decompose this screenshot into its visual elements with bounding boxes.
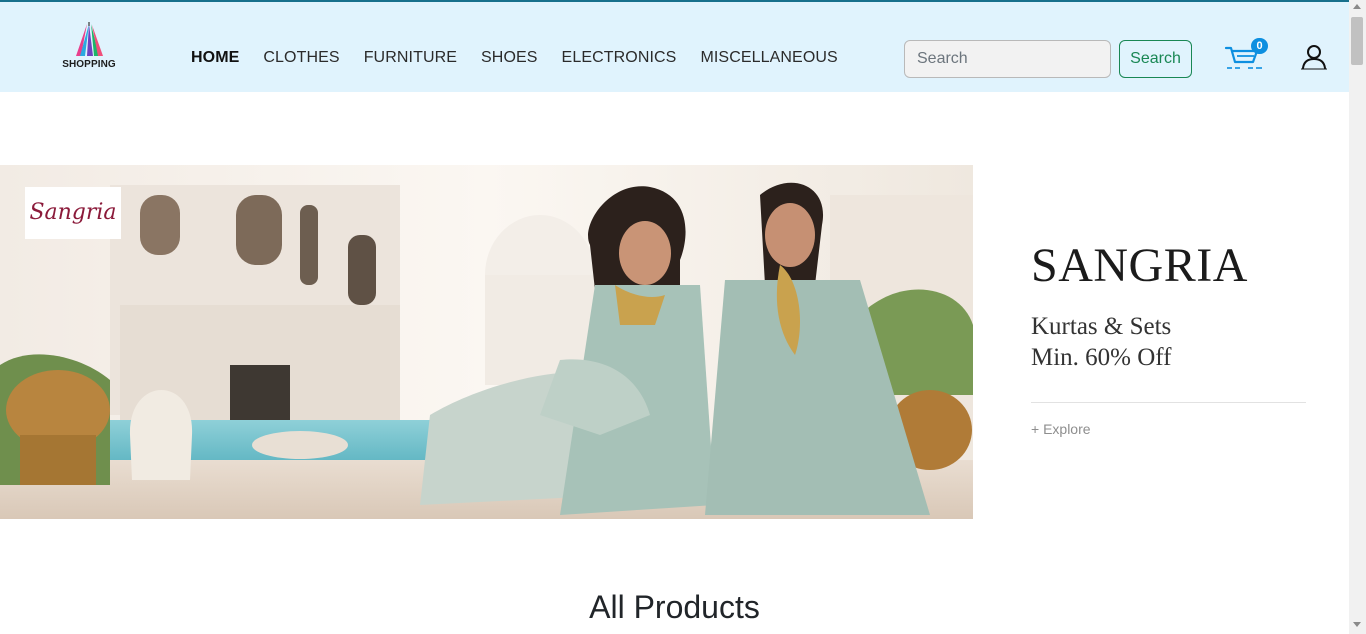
shopping-logo-icon: [76, 22, 103, 56]
search-input[interactable]: [904, 40, 1111, 78]
scroll-up-arrow-icon[interactable]: [1353, 4, 1361, 9]
promo-banner[interactable]: Sangria SANGRIA Kurtas & Sets Min. 60% O…: [0, 165, 1349, 519]
cart-count-badge: 0: [1251, 38, 1268, 54]
brand-name: SHOPPING: [62, 59, 116, 70]
nav-home[interactable]: HOME: [191, 48, 239, 68]
scroll-thumb[interactable]: [1351, 17, 1363, 65]
nav-shoes[interactable]: SHOES: [481, 48, 538, 68]
all-products-heading: All Products: [589, 589, 760, 625]
brand-logo[interactable]: SHOPPING: [60, 22, 118, 78]
banner-divider: [1031, 402, 1306, 403]
nav-electronics[interactable]: ELECTRONICS: [562, 48, 677, 68]
explore-link[interactable]: + Explore: [1031, 421, 1306, 437]
banner-copy: SANGRIA Kurtas & Sets Min. 60% Off + Exp…: [1031, 239, 1306, 437]
banner-photo: Sangria: [0, 165, 973, 519]
page-scrollbar[interactable]: [1349, 0, 1366, 634]
user-account-button[interactable]: [1299, 42, 1329, 72]
banner-offer-line-1: Kurtas & Sets: [1031, 313, 1172, 340]
banner-offer-line-2: Min. 60% Off: [1031, 344, 1172, 371]
nav-furniture[interactable]: FURNITURE: [364, 48, 457, 68]
banner-fashion-image: [0, 165, 973, 519]
banner-brand-title: SANGRIA: [1031, 239, 1248, 292]
nav-clothes[interactable]: CLOTHES: [263, 48, 339, 68]
sangria-logo: Sangria: [25, 187, 121, 239]
sangria-logo-text: Sangria: [29, 200, 117, 225]
cart-button[interactable]: 0: [1224, 38, 1270, 72]
navbar: SHOPPING HOME CLOTHES FURNITURE SHOES EL…: [0, 0, 1349, 92]
search-button[interactable]: Search: [1119, 40, 1192, 78]
main-nav: HOME CLOTHES FURNITURE SHOES ELECTRONICS…: [191, 48, 838, 68]
user-icon: [1301, 45, 1327, 70]
nav-miscellaneous[interactable]: MISCELLANEOUS: [700, 48, 837, 68]
scroll-down-arrow-icon[interactable]: [1353, 622, 1361, 627]
